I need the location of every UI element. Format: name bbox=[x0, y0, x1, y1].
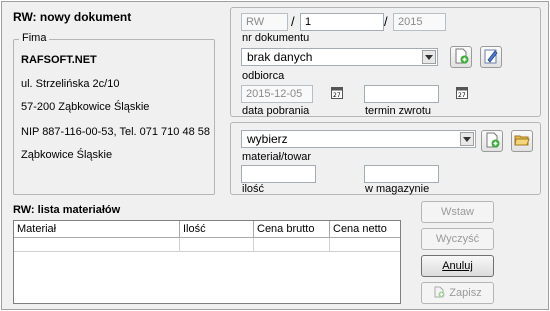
add-document-icon bbox=[453, 48, 469, 67]
dialog-window: RW: nowy dokument Fima RAFSOFT.NET ul. S… bbox=[1, 1, 549, 310]
materials-table[interactable]: Materiał Ilość Cena brutto Cena netto bbox=[13, 220, 401, 304]
window-title: RW: nowy dokument bbox=[13, 10, 132, 24]
table-cell[interactable] bbox=[180, 238, 254, 252]
doc-number-field[interactable]: 1 bbox=[300, 13, 384, 31]
material-select[interactable]: wybierz bbox=[241, 130, 476, 148]
save-icon bbox=[433, 286, 445, 301]
company-name: RAFSOFT.NET bbox=[21, 54, 97, 66]
chevron-down-icon[interactable] bbox=[460, 132, 474, 146]
recipient-select[interactable]: brak danych bbox=[241, 48, 438, 66]
recipient-label: odbiorca bbox=[242, 70, 285, 82]
column-header-material[interactable]: Materiał bbox=[14, 221, 180, 238]
svg-text:27: 27 bbox=[333, 92, 341, 99]
add-material-button[interactable] bbox=[481, 130, 503, 152]
company-groupbox: Fima RAFSOFT.NET ul. Strzelińska 2c/10 5… bbox=[13, 32, 215, 195]
cancel-button-label: Anuluj bbox=[442, 260, 473, 272]
add-document-icon bbox=[484, 132, 500, 151]
insert-button[interactable]: Wstaw bbox=[421, 201, 494, 223]
open-material-button[interactable] bbox=[511, 130, 533, 152]
column-header-net-price[interactable]: Cena netto bbox=[330, 221, 400, 238]
table-cell[interactable] bbox=[254, 238, 330, 252]
svg-text:27: 27 bbox=[458, 92, 466, 99]
company-group-label: Fima bbox=[19, 32, 50, 44]
doc-prefix-field[interactable]: RW bbox=[241, 13, 288, 31]
document-panel: RW / 1 / 2015 nr dokumentu brak danych o… bbox=[230, 7, 541, 117]
list-title: RW: lista materiałów bbox=[13, 204, 121, 216]
table-cell[interactable] bbox=[330, 238, 400, 252]
edit-pencil-icon bbox=[483, 48, 499, 67]
company-tax-phone: NIP 887-116-00-53, Tel. 071 710 48 58 bbox=[21, 126, 210, 138]
doc-number-label: nr dokumentu bbox=[242, 32, 310, 44]
cancel-button[interactable]: Anuluj bbox=[421, 255, 494, 277]
column-header-gross-price[interactable]: Cena brutto bbox=[254, 221, 330, 238]
quantity-label: ilość bbox=[242, 183, 265, 195]
stock-label: w magazynie bbox=[365, 183, 430, 195]
add-recipient-button[interactable] bbox=[450, 46, 472, 68]
material-panel: wybierz materiał/towar ilość w magazynie bbox=[230, 122, 541, 195]
material-label: materiał/towar bbox=[242, 151, 312, 163]
separator: / bbox=[384, 14, 388, 29]
insert-button-label: Wstaw bbox=[441, 206, 474, 218]
issue-date-field[interactable]: 2015-12-05 bbox=[241, 85, 313, 103]
issue-date-label: data pobrania bbox=[242, 105, 310, 117]
edit-recipient-button[interactable] bbox=[480, 46, 502, 68]
company-town: Ząbkowice Śląskie bbox=[21, 149, 113, 161]
return-date-field[interactable] bbox=[364, 85, 439, 103]
column-header-quantity[interactable]: Ilość bbox=[180, 221, 254, 238]
calendar-icon[interactable]: 27 bbox=[331, 86, 343, 99]
open-folder-icon bbox=[514, 132, 530, 151]
save-button[interactable]: Zapisz bbox=[421, 282, 494, 304]
doc-year-field[interactable]: 2015 bbox=[393, 13, 446, 31]
save-button-label: Zapisz bbox=[449, 287, 482, 299]
material-value: wybierz bbox=[247, 132, 288, 146]
return-date-label: termin zwrotu bbox=[365, 105, 432, 117]
clear-button-label: Wyczyść bbox=[435, 233, 480, 245]
calendar-icon[interactable]: 27 bbox=[456, 86, 468, 99]
company-street: ul. Strzelińska 2c/10 bbox=[21, 78, 120, 90]
separator: / bbox=[291, 14, 295, 29]
quantity-field[interactable] bbox=[241, 165, 316, 183]
company-city: 57-200 Ząbkowice Śląskie bbox=[21, 101, 150, 113]
stock-field[interactable] bbox=[364, 165, 439, 183]
table-cell[interactable] bbox=[14, 238, 180, 252]
chevron-down-icon[interactable] bbox=[422, 50, 436, 64]
clear-button[interactable]: Wyczyść bbox=[421, 228, 494, 250]
recipient-value: brak danych bbox=[247, 50, 313, 64]
table-row[interactable] bbox=[14, 238, 400, 252]
